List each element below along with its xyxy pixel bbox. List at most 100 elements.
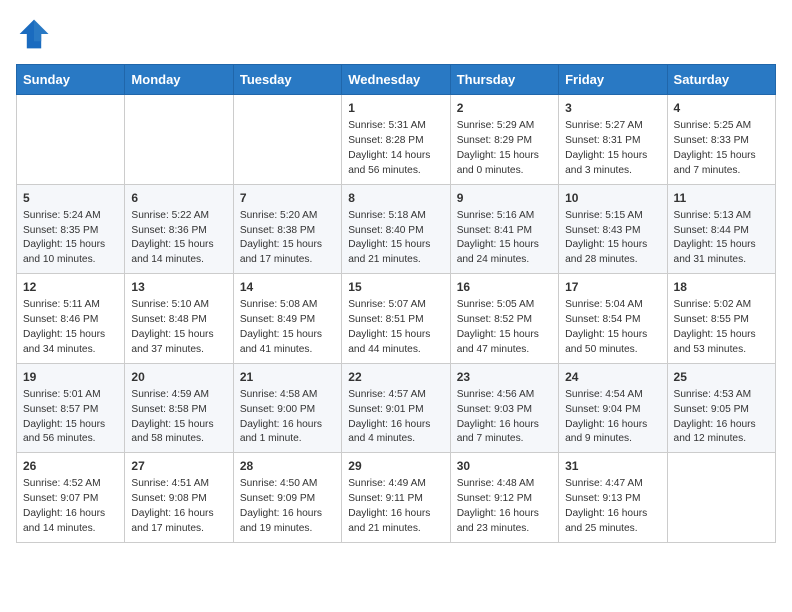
day-info: Sunrise: 5:04 AM Sunset: 8:54 PM Dayligh… [565,298,660,357]
day-info: Sunrise: 5:31 AM Sunset: 8:28 PM Dayligh… [348,119,443,178]
day-info: Sunrise: 5:02 AM Sunset: 8:55 PM Dayligh… [674,298,769,357]
day-number: 19 [23,369,118,386]
day-number: 11 [674,190,769,207]
calendar-cell: 16 Sunrise: 5:05 AM Sunset: 8:52 PM Dayli… [450,274,558,364]
day-info: Sunrise: 5:27 AM Sunset: 8:31 PM Dayligh… [565,119,660,178]
day-info: Sunrise: 4:54 AM Sunset: 9:04 PM Dayligh… [565,388,660,447]
day-number: 7 [240,190,335,207]
day-number: 6 [131,190,226,207]
calendar-cell: 12 Sunrise: 5:11 AM Sunset: 8:46 PM Dayli… [17,274,125,364]
day-number: 2 [457,100,552,117]
calendar-cell: 24Sunrise: 4:54 AM Sunset: 9:04 PM Dayli… [559,363,667,453]
day-number: 15 [348,279,443,296]
calendar-cell: 17 Sunrise: 5:04 AM Sunset: 8:54 PM Dayli… [559,274,667,364]
day-info: Sunrise: 5:20 AM Sunset: 8:38 PM Dayligh… [240,209,335,268]
day-number: 9 [457,190,552,207]
day-number: 12 [23,279,118,296]
calendar-cell: 18Sunrise: 5:02 AM Sunset: 8:55 PM Dayli… [667,274,775,364]
day-number: 28 [240,458,335,475]
calendar-cell: 7 Sunrise: 5:20 AM Sunset: 8:38 PM Daylig… [233,184,341,274]
day-info: Sunrise: 5:16 AM Sunset: 8:41 PM Dayligh… [457,209,552,268]
day-number: 8 [348,190,443,207]
logo-icon [16,16,52,52]
day-info: Sunrise: 4:57 AM Sunset: 9:01 PM Dayligh… [348,388,443,447]
calendar-cell [125,95,233,185]
column-header-friday: Friday [559,65,667,95]
column-header-sunday: Sunday [17,65,125,95]
calendar-cell: 5Sunrise: 5:24 AM Sunset: 8:35 PM Daylig… [17,184,125,274]
day-number: 10 [565,190,660,207]
calendar-cell: 14 Sunrise: 5:08 AM Sunset: 8:49 PM Dayli… [233,274,341,364]
day-info: Sunrise: 5:15 AM Sunset: 8:43 PM Dayligh… [565,209,660,268]
day-info: Sunrise: 4:51 AM Sunset: 9:08 PM Dayligh… [131,477,226,536]
day-info: Sunrise: 5:29 AM Sunset: 8:29 PM Dayligh… [457,119,552,178]
day-number: 13 [131,279,226,296]
day-number: 23 [457,369,552,386]
day-number: 29 [348,458,443,475]
calendar-cell: 19 Sunrise: 5:01 AM Sunset: 8:57 PM Dayli… [17,363,125,453]
day-number: 21 [240,369,335,386]
calendar-cell: 26 Sunrise: 4:52 AM Sunset: 9:07 PM Dayli… [17,453,125,543]
day-number: 4 [674,100,769,117]
calendar-cell: 22 Sunrise: 4:57 AM Sunset: 9:01 PM Dayli… [342,363,450,453]
day-info: Sunrise: 5:11 AM Sunset: 8:46 PM Dayligh… [23,298,118,357]
calendar-cell [233,95,341,185]
column-header-thursday: Thursday [450,65,558,95]
day-info: Sunrise: 5:24 AM Sunset: 8:35 PM Dayligh… [23,209,118,268]
calendar-cell: 27 Sunrise: 4:51 AM Sunset: 9:08 PM Dayli… [125,453,233,543]
calendar-cell: 1Sunrise: 5:31 AM Sunset: 8:28 PM Daylig… [342,95,450,185]
logo [16,16,56,52]
day-number: 27 [131,458,226,475]
calendar-cell: 15 Sunrise: 5:07 AM Sunset: 8:51 PM Dayli… [342,274,450,364]
day-info: Sunrise: 4:56 AM Sunset: 9:03 PM Dayligh… [457,388,552,447]
day-info: Sunrise: 4:49 AM Sunset: 9:11 PM Dayligh… [348,477,443,536]
calendar-cell: 3 Sunrise: 5:27 AM Sunset: 8:31 PM Daylig… [559,95,667,185]
day-number: 16 [457,279,552,296]
day-number: 30 [457,458,552,475]
day-info: Sunrise: 4:53 AM Sunset: 9:05 PM Dayligh… [674,388,769,447]
day-info: Sunrise: 5:07 AM Sunset: 8:51 PM Dayligh… [348,298,443,357]
day-info: Sunrise: 5:25 AM Sunset: 8:33 PM Dayligh… [674,119,769,178]
column-header-wednesday: Wednesday [342,65,450,95]
day-info: Sunrise: 5:08 AM Sunset: 8:49 PM Dayligh… [240,298,335,357]
page-header [16,16,776,52]
day-info: Sunrise: 5:01 AM Sunset: 8:57 PM Dayligh… [23,388,118,447]
column-header-tuesday: Tuesday [233,65,341,95]
day-info: Sunrise: 5:22 AM Sunset: 8:36 PM Dayligh… [131,209,226,268]
day-info: Sunrise: 4:52 AM Sunset: 9:07 PM Dayligh… [23,477,118,536]
calendar-cell [17,95,125,185]
day-number: 14 [240,279,335,296]
calendar-week-row: 12 Sunrise: 5:11 AM Sunset: 8:46 PM Dayli… [17,274,776,364]
calendar-cell: 10 Sunrise: 5:15 AM Sunset: 8:43 PM Dayli… [559,184,667,274]
calendar-week-row: 19 Sunrise: 5:01 AM Sunset: 8:57 PM Dayli… [17,363,776,453]
calendar-table: SundayMondayTuesdayWednesdayThursdayFrid… [16,64,776,543]
day-number: 26 [23,458,118,475]
day-number: 31 [565,458,660,475]
calendar-cell: 21 Sunrise: 4:58 AM Sunset: 9:00 PM Dayli… [233,363,341,453]
day-number: 3 [565,100,660,117]
calendar-cell: 13 Sunrise: 5:10 AM Sunset: 8:48 PM Dayli… [125,274,233,364]
calendar-week-row: 1Sunrise: 5:31 AM Sunset: 8:28 PM Daylig… [17,95,776,185]
calendar-cell: 29 Sunrise: 4:49 AM Sunset: 9:11 PM Dayli… [342,453,450,543]
day-number: 20 [131,369,226,386]
calendar-cell: 30 Sunrise: 4:48 AM Sunset: 9:12 PM Dayli… [450,453,558,543]
calendar-week-row: 26 Sunrise: 4:52 AM Sunset: 9:07 PM Dayli… [17,453,776,543]
day-info: Sunrise: 4:58 AM Sunset: 9:00 PM Dayligh… [240,388,335,447]
day-info: Sunrise: 4:59 AM Sunset: 8:58 PM Dayligh… [131,388,226,447]
day-number: 22 [348,369,443,386]
day-info: Sunrise: 5:05 AM Sunset: 8:52 PM Dayligh… [457,298,552,357]
calendar-cell: 9 Sunrise: 5:16 AM Sunset: 8:41 PM Daylig… [450,184,558,274]
calendar-cell: 2 Sunrise: 5:29 AM Sunset: 8:29 PM Daylig… [450,95,558,185]
calendar-week-row: 5Sunrise: 5:24 AM Sunset: 8:35 PM Daylig… [17,184,776,274]
calendar-cell [667,453,775,543]
day-number: 25 [674,369,769,386]
calendar-cell: 11Sunrise: 5:13 AM Sunset: 8:44 PM Dayli… [667,184,775,274]
calendar-cell: 23 Sunrise: 4:56 AM Sunset: 9:03 PM Dayli… [450,363,558,453]
day-info: Sunrise: 4:48 AM Sunset: 9:12 PM Dayligh… [457,477,552,536]
calendar-cell: 20 Sunrise: 4:59 AM Sunset: 8:58 PM Dayli… [125,363,233,453]
calendar-cell: 8Sunrise: 5:18 AM Sunset: 8:40 PM Daylig… [342,184,450,274]
day-info: Sunrise: 5:10 AM Sunset: 8:48 PM Dayligh… [131,298,226,357]
calendar-cell: 25 Sunrise: 4:53 AM Sunset: 9:05 PM Dayli… [667,363,775,453]
day-number: 17 [565,279,660,296]
calendar-header-row: SundayMondayTuesdayWednesdayThursdayFrid… [17,65,776,95]
